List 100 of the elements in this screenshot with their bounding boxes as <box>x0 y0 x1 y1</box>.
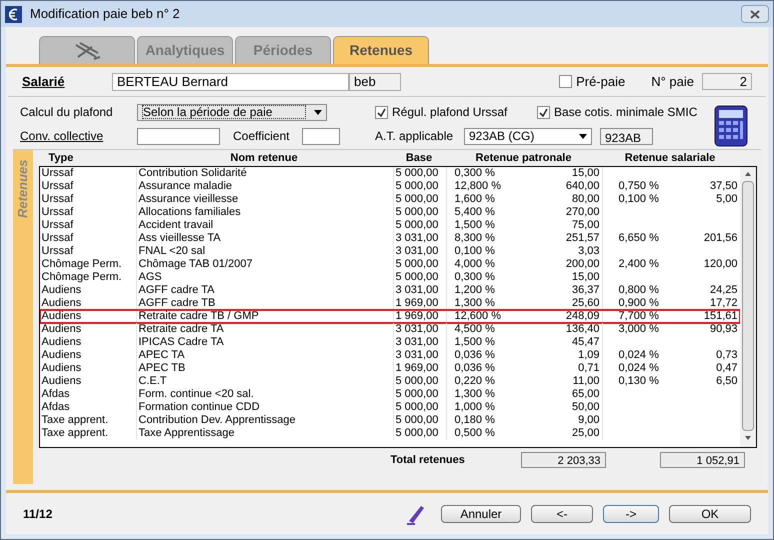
table-row[interactable]: Afdas Formation continue CDD 5 000,00 1,000 % 50,00 <box>40 401 740 414</box>
table-cell: 15,00 <box>572 271 600 283</box>
table-cell: FNAL <20 sal <box>138 245 206 257</box>
table-cell: 8,300 % <box>454 232 495 244</box>
table-cell: 45,47 <box>572 336 600 348</box>
table-cell: 1,000 % <box>454 401 495 413</box>
table-cell: Urssaf <box>42 167 74 179</box>
table-row[interactable]: Urssaf FNAL <20 sal 3 031,00 0,100 % 3,03 <box>40 245 740 258</box>
table-cell: 2,400 % <box>618 258 659 270</box>
scrollbar[interactable] <box>740 167 756 447</box>
table-cell: 65,00 <box>572 388 600 400</box>
field-label[interactable]: Conv. collective <box>20 127 137 145</box>
column-header: Retenue salariale <box>624 150 716 166</box>
checkbox[interactable] <box>375 106 388 118</box>
table-cell: 0,500 % <box>454 427 495 439</box>
table-cell: 15,00 <box>572 167 600 179</box>
dialog-button[interactable]: <- <box>531 504 593 522</box>
total-label: Total retenues <box>390 452 466 468</box>
table-cell: IPICAS Cadre TA <box>138 336 224 348</box>
table-row[interactable]: Urssaf Allocations familiales 5 000,00 5,400 % 270,00 <box>40 206 740 219</box>
table-row[interactable]: Audiens Retraite cadre TA 3 031,00 4,500 % 136,40 3,000 % 90,93 <box>40 323 740 336</box>
table-row[interactable]: Taxe apprent. Contribution Dev. Apprentissage 5 000,00 0,180 % 9,00 <box>40 414 740 427</box>
table-cell: Chômage TAB 01/2007 <box>138 258 252 270</box>
table-cell: 3 031,00 <box>396 323 438 335</box>
column-header: Retenue patronale <box>474 150 572 166</box>
table-cell: Contribution Solidarité <box>138 167 247 179</box>
table-cell: 0,130 % <box>618 375 659 387</box>
app-logo-icon <box>5 6 22 22</box>
table-row[interactable]: Audiens APEC TB 1 969,00 0,036 % 0,71 0,024 % 0,47 <box>40 362 740 375</box>
table-cell: 200,00 <box>566 258 600 270</box>
pay-number-field: 2 <box>702 73 752 90</box>
table-cell: 3 031,00 <box>396 232 438 244</box>
table-row[interactable]: Audiens APEC TA 3 031,00 0,036 % 1,09 0,024 % 0,73 <box>40 349 740 362</box>
field-label[interactable]: Salarié <box>22 72 112 92</box>
table-row[interactable]: Urssaf Assurance vieillesse 5 000,00 1,600 % 80,00 0,100 % 5,00 <box>40 193 740 206</box>
table-cell: 5 000,00 <box>396 206 438 218</box>
dialog-button[interactable]: Annuler <box>441 504 521 522</box>
table-cell: Accident travail <box>138 219 214 231</box>
table-cell: 5 000,00 <box>396 193 438 205</box>
table-cell: 25,60 <box>572 297 600 309</box>
tab[interactable]: Retenues <box>333 36 429 64</box>
table-cell: 1,200 % <box>454 284 495 296</box>
table-row[interactable]: Urssaf Ass vieillesse TA 3 031,00 8,300 % 251,57 6,650 % 201,56 <box>40 232 740 245</box>
table-row[interactable]: Audiens AGFF cadre TA 3 031,00 1,200 % 36,37 0,800 % 24,25 <box>40 284 740 297</box>
scroll-thumb[interactable] <box>742 181 754 431</box>
table-cell: APEC TA <box>138 349 185 361</box>
table-cell: 90,93 <box>710 323 738 335</box>
table-cell: Audiens <box>42 375 82 387</box>
table-cell: 5 000,00 <box>396 180 438 192</box>
checkbox[interactable] <box>537 106 550 118</box>
convention-field[interactable] <box>137 128 220 144</box>
table-row[interactable]: Urssaf Assurance maladie 5 000,00 12,800 % 640,00 0,750 % 37,50 <box>40 180 740 193</box>
table-cell: 120,00 <box>704 258 738 270</box>
table-cell: 4,500 % <box>454 323 495 335</box>
table-cell: 0,220 % <box>454 375 495 387</box>
accident-rate-dropdown[interactable]: 923AB (CG) <box>464 128 592 144</box>
table-cell: 3 031,00 <box>396 349 438 361</box>
table-cell: 3 031,00 <box>396 336 438 348</box>
table-cell: 1 969,00 <box>396 310 438 322</box>
table-cell: 80,00 <box>572 193 600 205</box>
table-cell: 5 000,00 <box>396 258 438 270</box>
table-row[interactable]: Chômage Perm. Chômage TAB 01/2007 5 000,00 4,000 % 200,00 2,400 % 120,00 <box>40 258 740 271</box>
tab[interactable] <box>39 36 135 64</box>
table-row[interactable]: Audiens AGFF cadre TB 1 969,00 1,300 % 25,60 0,900 % 17,72 <box>40 297 740 310</box>
table-row[interactable]: Urssaf Accident travail 5 000,00 1,500 % 75,00 <box>40 219 740 232</box>
table-row[interactable]: Audiens Retraite cadre TB / GMP 1 969,00 12,600 % 248,09 7,700 % 151,61 <box>40 310 740 323</box>
table-row[interactable]: Taxe apprent. Taxe Apprentissage 5 000,00 0,500 % 25,00 <box>40 427 740 440</box>
table-row[interactable]: Urssaf Contribution Solidarité 5 000,00 0,300 % 15,00 <box>40 167 740 180</box>
table-cell: 0,750 % <box>618 180 659 192</box>
table-cell: Audiens <box>42 336 82 348</box>
table-cell: Taxe apprent. <box>42 414 108 426</box>
dialog-button[interactable]: OK <box>669 504 751 522</box>
calculator-icon[interactable] <box>714 105 748 147</box>
field-label: A.T. applicable <box>375 128 454 145</box>
table-cell: Taxe apprent. <box>42 427 108 439</box>
table-cell: 151,61 <box>704 310 738 322</box>
table-cell: Urssaf <box>42 180 74 192</box>
table-cell: APEC TB <box>138 362 186 374</box>
table-cell: 0,47 <box>716 362 738 374</box>
table-cell: 12,800 % <box>454 180 501 192</box>
table-cell: 37,50 <box>710 180 738 192</box>
checkbox[interactable] <box>559 75 572 88</box>
table-cell: 248,09 <box>566 310 600 322</box>
table-cell: 1 969,00 <box>396 297 438 309</box>
close-button[interactable] <box>741 5 769 23</box>
table-row[interactable]: Audiens IPICAS Cadre TA 3 031,00 1,500 % 45,47 <box>40 336 740 349</box>
table-cell: 1,500 % <box>454 219 495 231</box>
accident-code-field: 923AB <box>600 128 653 144</box>
table-row[interactable]: Audiens C.E.T 5 000,00 0,220 % 11,00 0,130 % 6,50 <box>40 375 740 388</box>
coefficient-field[interactable] <box>302 128 340 144</box>
table-cell: Form. continue <20 sal. <box>138 388 254 400</box>
table-cell: 0,024 % <box>618 362 659 374</box>
employee-name-field[interactable]: BERTEAU Bernard <box>112 72 349 90</box>
table-cell: 0,73 <box>716 349 738 361</box>
table-row[interactable]: Chômage Perm. AGS 5 000,00 0,300 % 15,00 <box>40 271 740 284</box>
table-cell: 25,00 <box>572 427 600 439</box>
table-row[interactable]: Afdas Form. continue <20 sal. 5 000,00 1,300 % 65,00 <box>40 388 740 401</box>
table-cell: 5,400 % <box>454 206 495 218</box>
ceiling-dropdown[interactable]: Selon la période de paie <box>137 104 327 120</box>
dialog-button[interactable]: -> <box>603 504 659 522</box>
